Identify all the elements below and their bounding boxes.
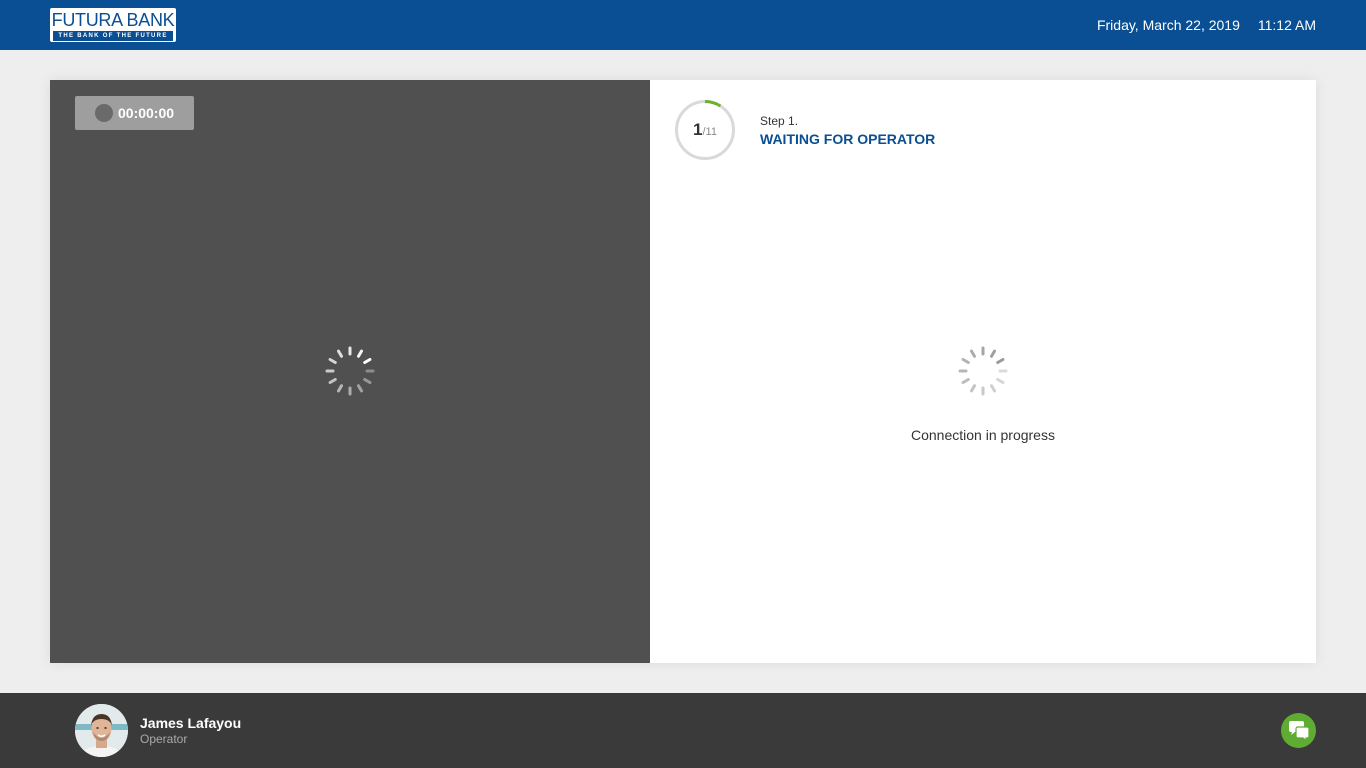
top-bar: FUTURA BANK THE BANK OF THE FUTURE Frida… [0,0,1366,50]
step-number: Step 1. [760,114,799,128]
spinner-segment [970,349,976,358]
spinner-segment [996,378,1005,384]
step-title: WAITING FOR OPERATOR [760,131,936,147]
spinner-segment [961,358,970,364]
spinner-segment [363,378,372,384]
current-time: 11:12 AM [1257,17,1316,33]
record-dot-icon [95,104,113,122]
operator-name: James Lafayou [140,715,242,731]
connection-spinner-icon [958,346,1008,396]
spinner-segment [363,358,372,364]
spinner-segment [357,349,363,358]
chat-bubbles-icon [1288,720,1310,742]
logo-title: FUTURA BANK [51,10,175,30]
step-current: 1 [693,120,703,139]
recording-timer: 00:00:00 [75,96,194,130]
operator-bar: James Lafayou Operator [0,693,1366,768]
current-date: Friday, March 22, 2019 [1096,17,1240,33]
progress-label: 1 /11 [674,99,736,161]
step-pane: 1 /11 Step 1. WAITING FOR OPERATOR Conne… [650,80,1316,663]
spinner-segment [970,384,976,393]
spinner-segment [328,358,337,364]
timer-value: 00:00:00 [118,105,175,121]
operator-avatar [75,704,128,757]
spinner-segment [337,349,343,358]
bank-logo[interactable]: FUTURA BANK THE BANK OF THE FUTURE [50,8,176,42]
step-total: /11 [702,126,717,138]
spinner-segment [337,384,343,393]
operator-role: Operator [140,732,188,746]
spinner-segment [990,384,996,393]
logo-tagline: THE BANK OF THE FUTURE [53,31,173,41]
step-progress-ring: 1 /11 [674,99,736,161]
date-time: Friday, March 22, 2019 11:12 AM [1097,0,1316,50]
video-loading-spinner-icon [325,346,375,396]
session-card: 00:00:00 1 /11 Step 1. WAITING FOR OPERA… [50,80,1316,663]
spinner-segment [357,384,363,393]
connection-status: Connection in progress [911,427,1055,443]
spinner-segment [990,349,996,358]
spinner-segment [996,358,1005,364]
video-pane: 00:00:00 [50,80,650,663]
spinner-segment [961,378,970,384]
spinner-segment [328,378,337,384]
chat-button[interactable] [1281,713,1316,748]
